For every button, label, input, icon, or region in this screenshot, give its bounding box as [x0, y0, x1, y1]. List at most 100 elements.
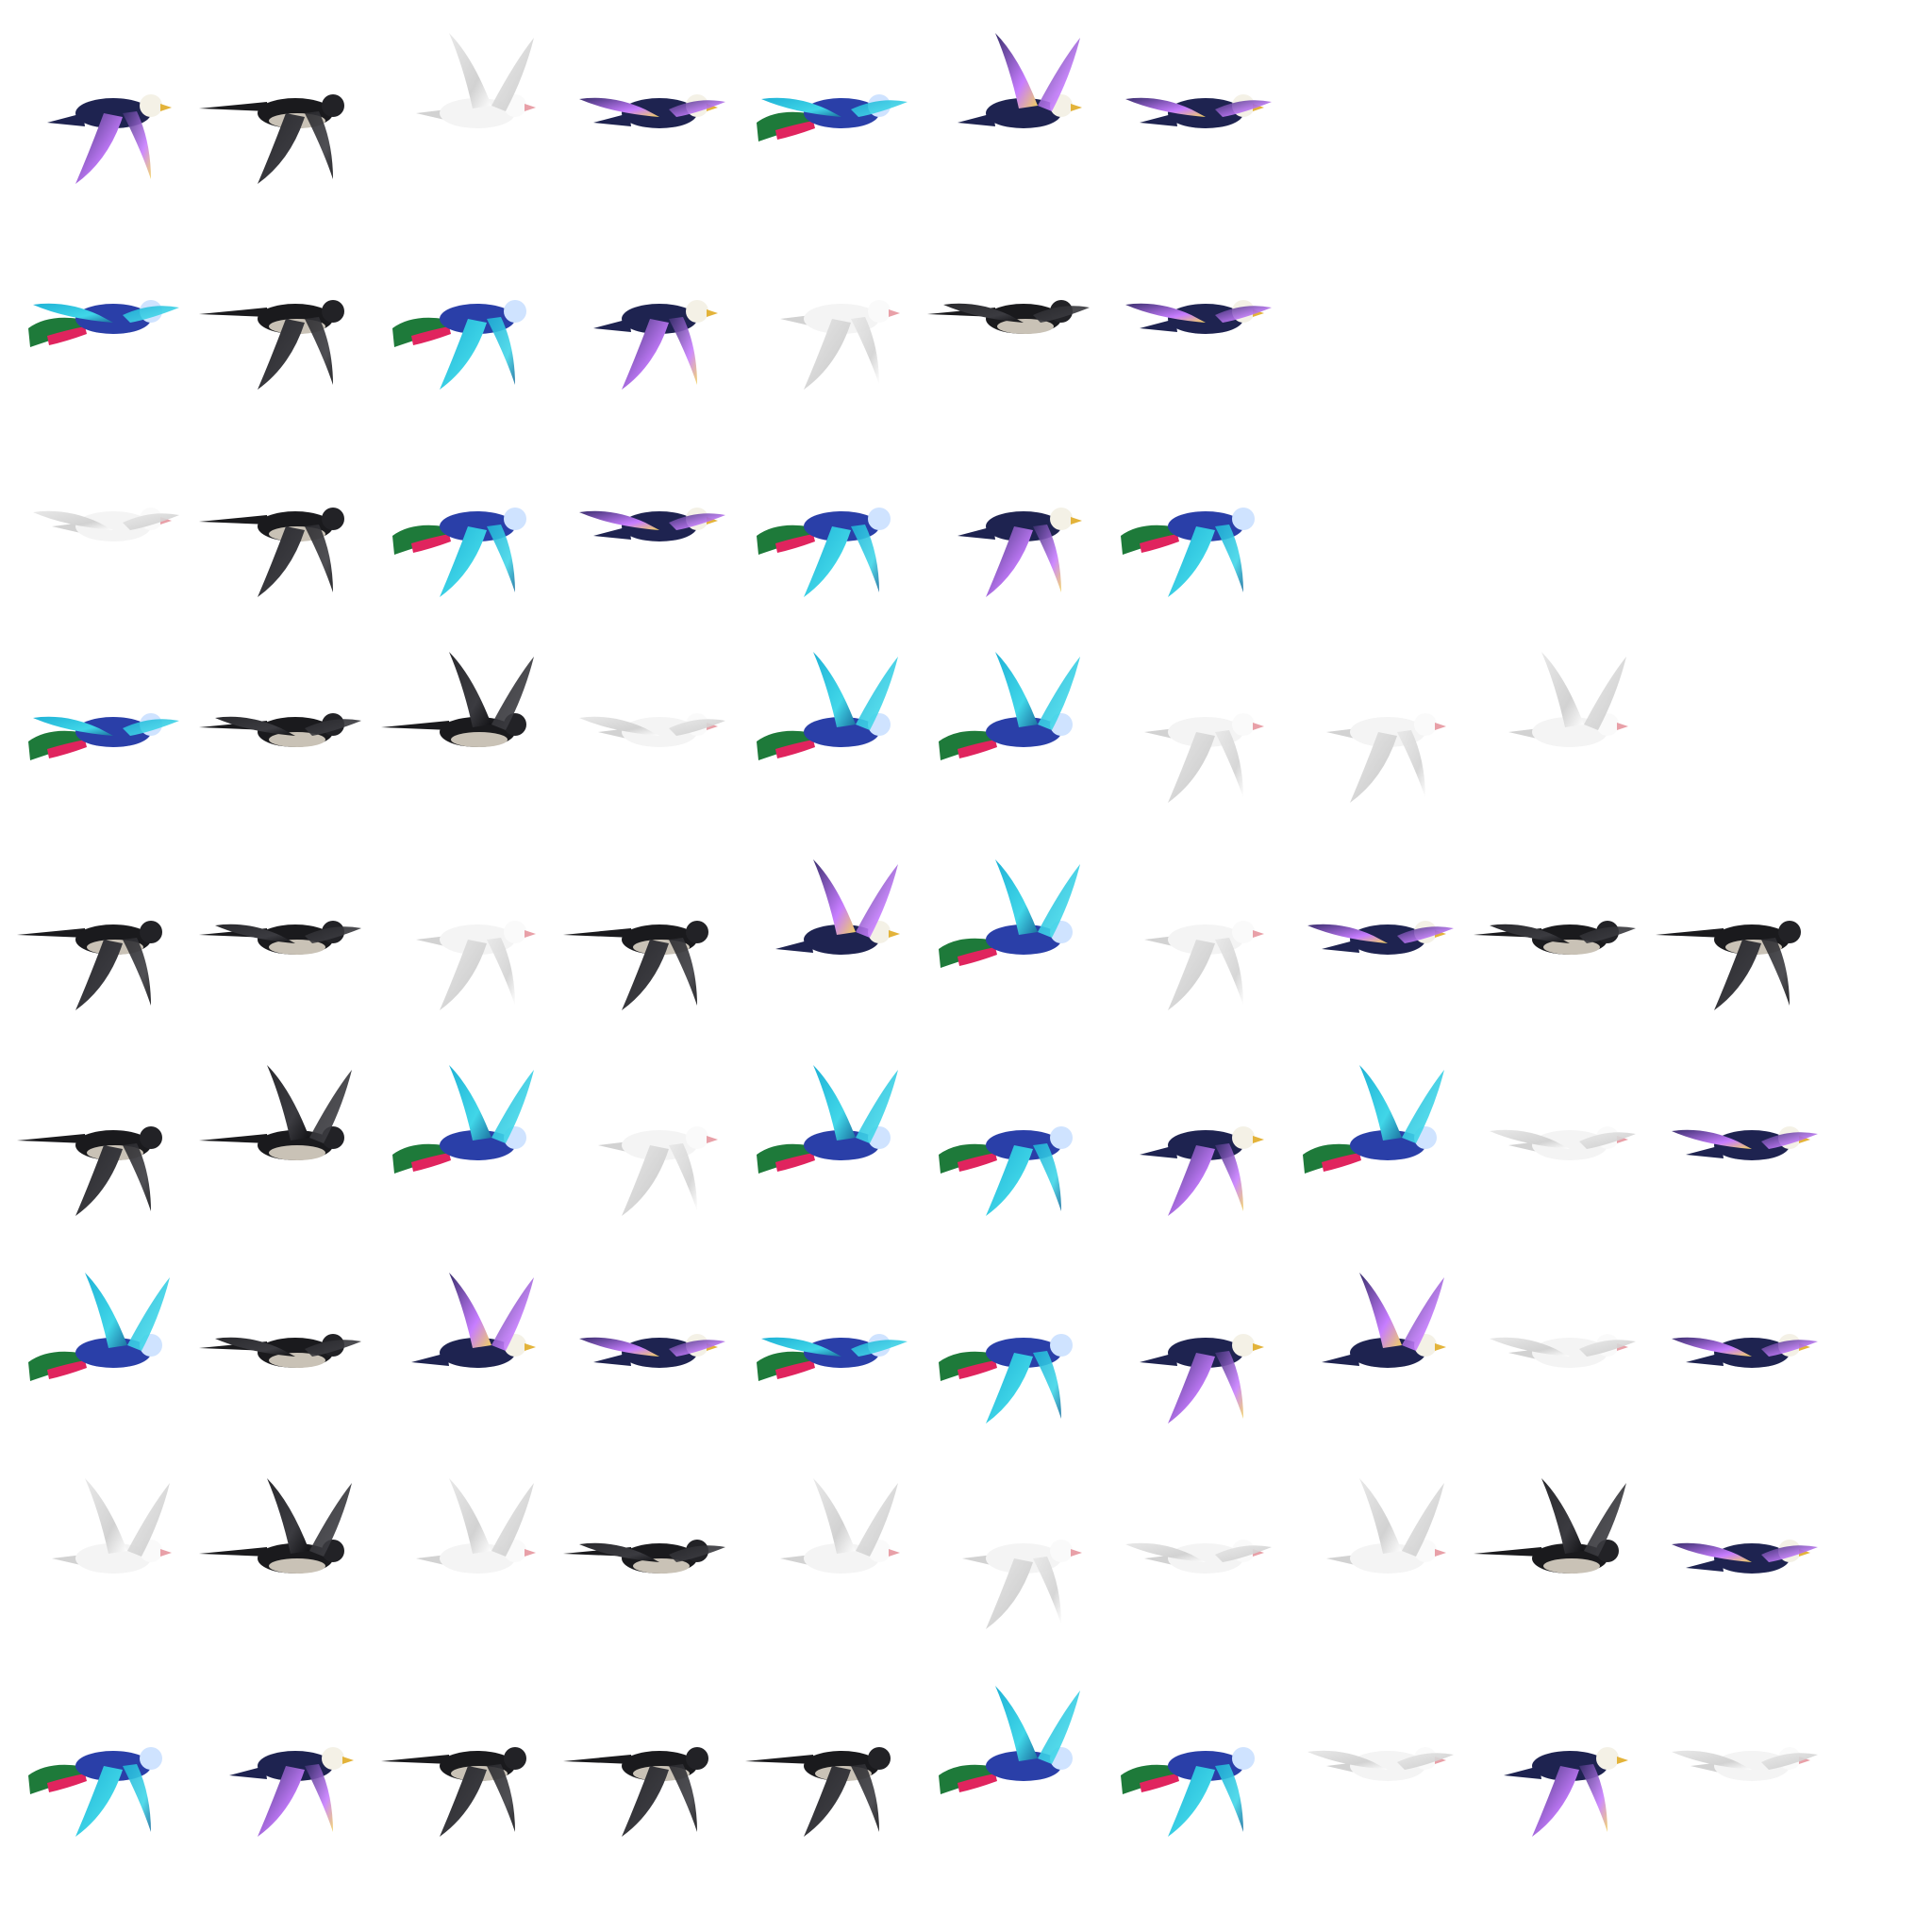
- peacock-up-frame: [757, 1065, 898, 1174]
- sprite-row: [0, 1464, 1932, 1672]
- peacock-down-frame: [28, 1747, 162, 1837]
- swallow-sprite: [556, 1464, 741, 1653]
- eagle-sprite: [1102, 225, 1287, 413]
- dove-sprite: [1284, 1464, 1469, 1653]
- peacock-sprite: [374, 225, 558, 413]
- swallow-down-frame: [199, 300, 344, 390]
- dove-up-frame: [416, 33, 536, 128]
- swallow-sprite: [192, 638, 376, 826]
- peacock-sprite: [1284, 1051, 1469, 1240]
- swallow-down-frame: [199, 508, 344, 597]
- swallow-sprite: [192, 1464, 376, 1653]
- dove-glide-frame: [33, 508, 179, 541]
- eagle-down-frame: [1504, 1747, 1628, 1837]
- sprite-row: [0, 432, 1932, 640]
- peacock-down-frame: [939, 1334, 1073, 1424]
- eagle-sprite: [1284, 1258, 1469, 1447]
- swallow-sprite: [556, 1672, 741, 1860]
- sprite-sheet: [0, 0, 1932, 1932]
- dove-down-frame: [1144, 921, 1264, 1010]
- dove-sprite: [556, 638, 741, 826]
- swallow-sprite: [192, 1258, 376, 1447]
- peacock-sprite: [738, 19, 923, 208]
- peacock-sprite: [920, 845, 1105, 1034]
- swallow-down-frame: [1656, 921, 1801, 1010]
- dove-glide-frame: [1307, 1747, 1454, 1781]
- swallow-sprite: [374, 638, 558, 826]
- swallow-glide-frame: [563, 1540, 725, 1574]
- swallow-up-frame: [1474, 1478, 1626, 1574]
- dove-sprite: [1102, 638, 1287, 826]
- swallow-down-frame: [17, 1126, 162, 1216]
- eagle-sprite: [920, 432, 1105, 621]
- peacock-sprite: [9, 225, 194, 413]
- eagle-sprite: [556, 19, 741, 208]
- sprite-row: [0, 638, 1932, 845]
- peacock-sprite: [920, 638, 1105, 826]
- dove-sprite: [1466, 638, 1651, 826]
- peacock-glide-frame: [757, 1334, 908, 1381]
- swallow-sprite: [192, 432, 376, 621]
- dove-up-frame: [52, 1478, 172, 1574]
- dove-sprite: [1466, 1258, 1651, 1447]
- sprite-row: [0, 1051, 1932, 1258]
- eagle-down-frame: [47, 94, 172, 184]
- eagle-sprite: [556, 432, 741, 621]
- eagle-glide-frame: [579, 94, 725, 128]
- eagle-up-frame: [775, 859, 900, 955]
- dove-down-frame: [780, 300, 900, 390]
- peacock-sprite: [9, 1258, 194, 1447]
- peacock-sprite: [920, 1672, 1105, 1860]
- swallow-down-frame: [563, 1747, 708, 1837]
- eagle-sprite: [1102, 19, 1287, 208]
- peacock-down-frame: [939, 1126, 1073, 1216]
- eagle-up-frame: [411, 1273, 536, 1368]
- dove-glide-frame: [1672, 1747, 1818, 1781]
- peacock-glide-frame: [28, 300, 179, 347]
- peacock-glide-frame: [757, 94, 908, 142]
- eagle-sprite: [738, 845, 923, 1034]
- peacock-glide-frame: [28, 713, 179, 760]
- swallow-down-frame: [745, 1747, 891, 1837]
- sprite-row: [0, 19, 1932, 226]
- eagle-up-frame: [958, 33, 1082, 128]
- dove-glide-frame: [1490, 1126, 1636, 1160]
- dove-down-frame: [1144, 713, 1264, 803]
- peacock-up-frame: [939, 1686, 1080, 1794]
- dove-sprite: [556, 1051, 741, 1240]
- peacock-up-frame: [28, 1273, 170, 1381]
- eagle-sprite: [1648, 1464, 1833, 1653]
- dove-sprite: [1648, 1672, 1833, 1860]
- dove-sprite: [1102, 845, 1287, 1034]
- swallow-sprite: [9, 1051, 194, 1240]
- eagle-glide-frame: [579, 508, 725, 541]
- swallow-glide-frame: [1474, 921, 1636, 955]
- eagle-glide-frame: [1672, 1126, 1818, 1160]
- eagle-sprite: [920, 19, 1105, 208]
- eagle-up-frame: [1322, 1273, 1446, 1368]
- eagle-sprite: [556, 1258, 741, 1447]
- peacock-up-frame: [392, 1065, 534, 1174]
- sprite-row: [0, 225, 1932, 432]
- dove-sprite: [1102, 1464, 1287, 1653]
- dove-sprite: [9, 432, 194, 621]
- swallow-down-frame: [199, 94, 344, 184]
- dove-sprite: [1284, 638, 1469, 826]
- eagle-down-frame: [1140, 1334, 1264, 1424]
- swallow-sprite: [192, 19, 376, 208]
- peacock-sprite: [374, 1051, 558, 1240]
- dove-down-frame: [962, 1540, 1082, 1629]
- peacock-up-frame: [757, 652, 898, 760]
- dove-sprite: [374, 845, 558, 1034]
- swallow-glide-frame: [199, 1334, 361, 1368]
- peacock-down-frame: [392, 508, 526, 597]
- swallow-sprite: [1466, 845, 1651, 1034]
- eagle-sprite: [374, 1258, 558, 1447]
- swallow-glide-frame: [927, 300, 1090, 334]
- swallow-sprite: [192, 845, 376, 1034]
- peacock-up-frame: [939, 652, 1080, 760]
- swallow-sprite: [1648, 845, 1833, 1034]
- dove-glide-frame: [579, 713, 725, 747]
- peacock-sprite: [374, 432, 558, 621]
- peacock-up-frame: [1303, 1065, 1444, 1174]
